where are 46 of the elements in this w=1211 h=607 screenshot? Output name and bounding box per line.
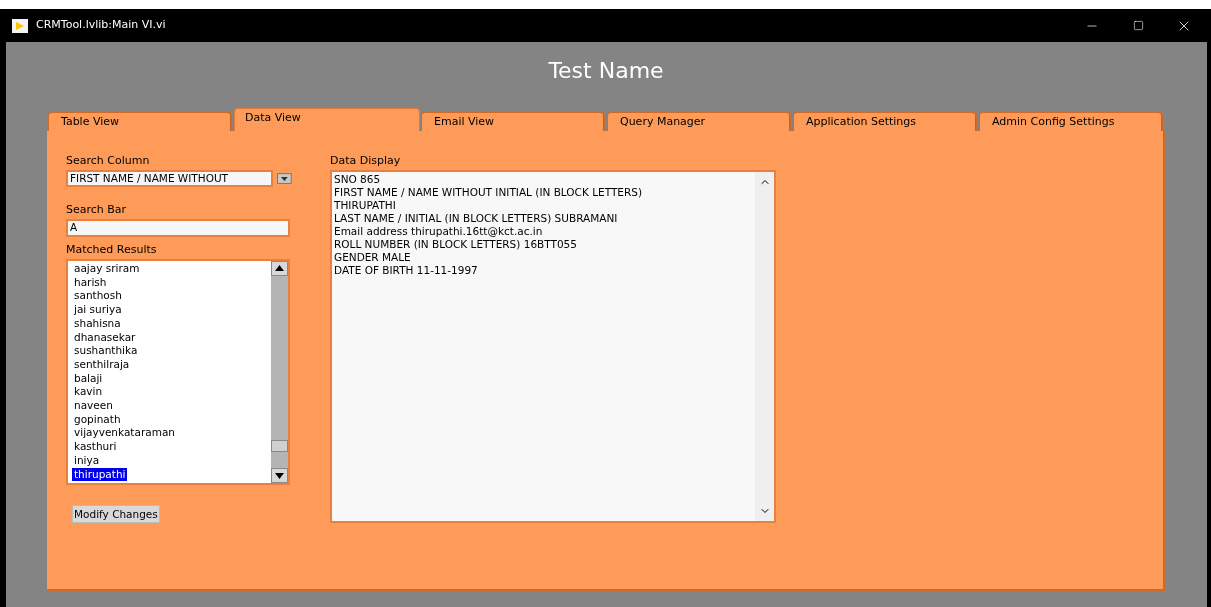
result-item[interactable]: thirupathi xyxy=(72,467,128,482)
result-item[interactable]: gopinath xyxy=(72,412,123,427)
data-line: LAST NAME / INITIAL (IN BLOCK LETTERS) SUBRAMANI xyxy=(334,212,619,225)
search-bar-field[interactable]: A xyxy=(66,219,290,237)
results-listbox[interactable]: aajay sriram harish santhosh jai suriya shahisna dhanasekar sushanthika senthilraja balaji kavin naveen gopinath vijayvenkataraman kasthuri iniya thirupathi xyxy=(66,259,290,485)
scroll-thumb[interactable] xyxy=(271,440,288,452)
tab[interactable]: Data View xyxy=(234,108,420,131)
tab[interactable]: Query Manager xyxy=(607,112,791,131)
result-item[interactable]: kavin xyxy=(72,385,105,400)
app-logo-icon xyxy=(12,18,28,33)
maximize-icon[interactable] xyxy=(1132,20,1144,31)
data-line: Email address thirupathi.16tt@kct.ac.in xyxy=(334,225,544,238)
field-label: Search Column xyxy=(66,154,151,168)
field-label: Search Bar xyxy=(66,203,128,217)
data-line: DATE OF BIRTH 11-11-1997 xyxy=(334,264,479,277)
result-item[interactable]: balaji xyxy=(72,371,105,386)
result-item[interactable]: dhanasekar xyxy=(72,330,138,345)
result-item[interactable]: senthilraja xyxy=(72,357,132,372)
result-item[interactable]: kasthuri xyxy=(72,440,119,454)
page-heading: Test Name xyxy=(547,57,665,85)
result-item[interactable]: harish xyxy=(72,275,109,290)
result-item[interactable]: shahisna xyxy=(72,316,123,331)
result-item[interactable]: iniya xyxy=(72,453,102,468)
scroll-up-icon[interactable] xyxy=(271,261,288,276)
result-item[interactable]: jai suriya xyxy=(72,303,124,317)
scroll-down-icon[interactable] xyxy=(271,468,288,483)
modify-changes-button[interactable]: Modify Changes xyxy=(72,505,160,523)
result-item[interactable]: vijayvenkataraman xyxy=(72,426,177,441)
field-label: Matched Results xyxy=(66,243,158,257)
list-scrollbar[interactable] xyxy=(271,261,288,483)
result-item[interactable]: aajay sriram xyxy=(72,262,142,276)
search-column-dropdown[interactable]: FIRST NAME / NAME WITHOUT xyxy=(66,170,274,187)
result-item[interactable]: sushanthika xyxy=(72,344,140,358)
data-line: THIRUPATHI xyxy=(334,199,397,212)
tab[interactable]: Application Settings xyxy=(793,112,977,131)
data-line: ROLL NUMBER (IN BLOCK LETTERS) 16BTT055 xyxy=(334,238,578,251)
result-item[interactable]: naveen xyxy=(72,399,115,413)
data-line: GENDER MALE xyxy=(334,251,412,264)
result-item[interactable]: santhosh xyxy=(72,289,124,304)
window-title: CRMTool.lvlib:Main VI.vi xyxy=(36,17,166,34)
data-line: SNO 865 xyxy=(334,173,382,186)
field-label: Data Display xyxy=(330,154,402,168)
tab[interactable]: Email View xyxy=(421,112,605,131)
data-line: FIRST NAME / NAME WITHOUT INITIAL (IN BLOCK LETTERS) xyxy=(334,186,643,199)
tab[interactable]: Table View xyxy=(48,112,232,131)
tab[interactable]: Admin Config Settings xyxy=(979,112,1163,131)
